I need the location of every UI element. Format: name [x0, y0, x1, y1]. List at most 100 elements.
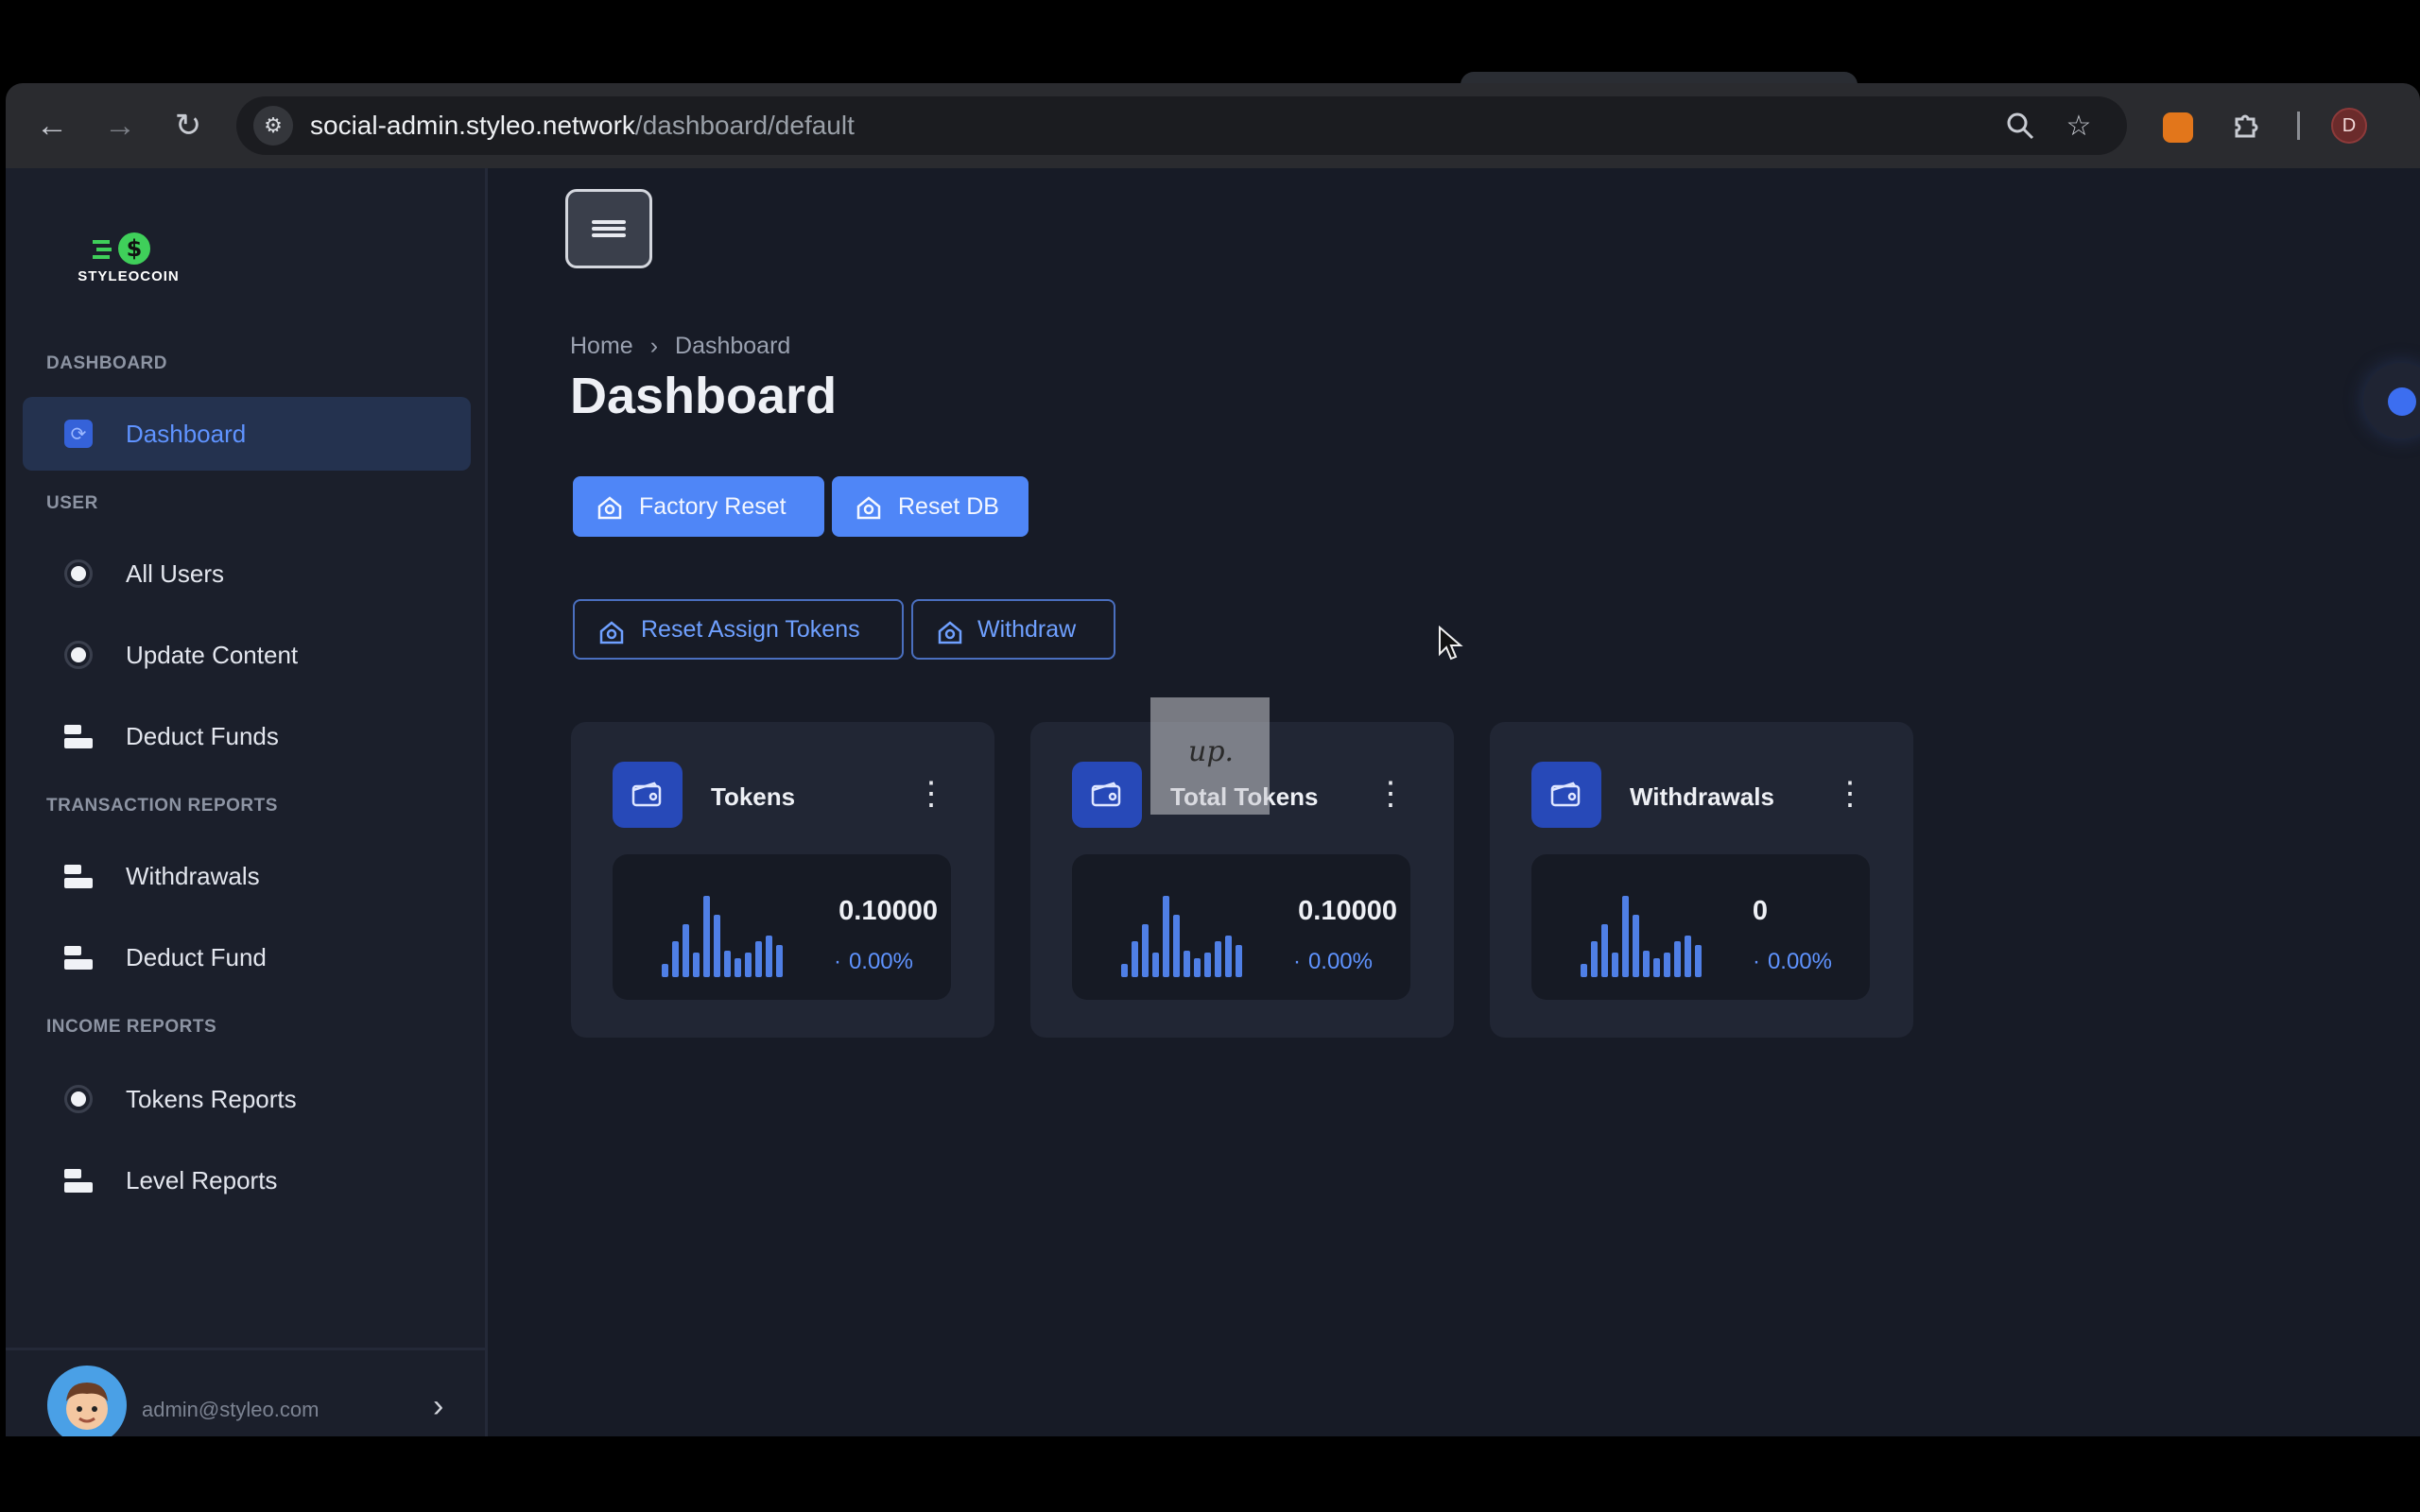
- sparkline-bar: [1132, 941, 1138, 977]
- home-icon: [599, 621, 624, 644]
- site-settings-icon[interactable]: ⚙: [253, 106, 293, 146]
- card-title: Tokens: [711, 782, 796, 811]
- card-value: 0: [1752, 896, 1768, 926]
- reset-assign-tokens-button[interactable]: Reset Assign Tokens: [573, 599, 904, 660]
- url-host: social-admin.styleo.network: [310, 111, 635, 140]
- circle-dot-icon: [64, 641, 93, 669]
- home-icon: [597, 496, 622, 520]
- browser-toolbar: ← → ↻ ⚙ social-admin.styleo.network/dash…: [6, 83, 2420, 168]
- settings-gear-icon[interactable]: [2363, 363, 2420, 438]
- sparkline-bar: [1591, 941, 1598, 977]
- profile-avatar[interactable]: D: [2331, 108, 2367, 144]
- metamask-extension-icon[interactable]: [2157, 104, 2199, 146]
- sidebar-item-label: Tokens Reports: [126, 1084, 297, 1113]
- sidebar: $ STYLEOCOIN DASHBOARD ⟳ Dashboard USER …: [6, 168, 488, 1436]
- sparkline-bar: [1664, 953, 1670, 977]
- sparkline-bar: [735, 958, 741, 977]
- sparkline-bar: [1173, 915, 1180, 977]
- app-window: $ STYLEOCOIN DASHBOARD ⟳ Dashboard USER …: [6, 168, 2420, 1436]
- avatar[interactable]: [47, 1366, 127, 1436]
- stack-icon: [64, 943, 93, 971]
- sidebar-item-level-reports[interactable]: Level Reports: [23, 1143, 471, 1217]
- menu-toggle-button[interactable]: [565, 189, 652, 268]
- sidebar-item-label: Deduct Fund: [126, 942, 267, 971]
- bar-sparkline-icon: [1121, 896, 1242, 977]
- svg-text:$: $: [127, 235, 143, 262]
- sidebar-item-dashboard[interactable]: ⟳ Dashboard: [23, 397, 471, 471]
- logo[interactable]: $ STYLEOCOIN: [72, 231, 185, 287]
- url-text[interactable]: social-admin.styleo.network/dashboard/de…: [310, 111, 855, 141]
- sidebar-item-label: All Users: [126, 558, 225, 588]
- button-label: Withdraw: [977, 615, 1077, 643]
- sparkline-bar: [1236, 945, 1242, 977]
- sparkline-bar: [703, 896, 710, 977]
- sidebar-item-update-content[interactable]: Update Content: [23, 618, 471, 692]
- page-title: Dashboard: [570, 368, 838, 424]
- sidebar-item-deduct-fund[interactable]: Deduct Fund: [23, 920, 471, 994]
- extensions-puzzle-icon[interactable]: [2225, 104, 2267, 146]
- sidebar-item-tokens-reports[interactable]: Tokens Reports: [23, 1062, 471, 1136]
- back-icon[interactable]: ←: [30, 104, 74, 147]
- home-icon: [856, 496, 881, 520]
- zoom-icon[interactable]: [2002, 108, 2038, 144]
- factory-reset-button[interactable]: Factory Reset: [573, 476, 824, 537]
- browser-top-bar: [0, 0, 2420, 83]
- logo-icon: $: [93, 232, 150, 265]
- sparkline-bar: [1622, 896, 1629, 977]
- more-vertical-icon[interactable]: ⋮: [1834, 775, 1866, 813]
- chevron-right-icon[interactable]: ›: [433, 1388, 443, 1425]
- user-profile-bar[interactable]: admin@styleo.com ›: [6, 1348, 488, 1436]
- bar-sparkline-icon: [1581, 896, 1702, 977]
- sparkline-bar: [1601, 924, 1608, 977]
- sparkline-bar: [1674, 941, 1681, 977]
- card-change: 0.00%: [834, 949, 913, 975]
- wallet-icon: [1072, 762, 1142, 828]
- breadcrumb-home[interactable]: Home: [570, 333, 633, 360]
- forward-icon[interactable]: →: [98, 104, 142, 147]
- bookmark-star-icon[interactable]: ☆: [2061, 108, 2097, 144]
- floating-overlay: up.: [1150, 697, 1270, 815]
- card-change: 0.00%: [1753, 949, 1832, 975]
- hamburger-icon: [592, 217, 626, 240]
- sparkline-bar: [1685, 936, 1691, 977]
- sidebar-item-label: Withdrawals: [126, 861, 260, 890]
- breadcrumb-current: Dashboard: [675, 333, 791, 359]
- card-stat-panel: 0.10000 0.00%: [1072, 854, 1410, 1000]
- more-vertical-icon[interactable]: ⋮: [915, 775, 947, 813]
- sparkline-bar: [1204, 953, 1211, 977]
- sparkline-bar: [1225, 936, 1232, 977]
- address-bar[interactable]: ⚙ social-admin.styleo.network/dashboard/…: [236, 96, 2127, 155]
- stat-card-tokens: Tokens ⋮ 0.10000 0.00%: [571, 722, 994, 1038]
- sparkline-bar: [1142, 924, 1149, 977]
- sparkline-bar: [1194, 958, 1201, 977]
- stack-icon: [64, 1166, 93, 1194]
- card-value: 0.10000: [838, 896, 938, 926]
- bar-sparkline-icon: [662, 896, 783, 977]
- sidebar-item-all-users[interactable]: All Users: [23, 537, 471, 610]
- mouse-cursor-icon: [1439, 626, 1463, 661]
- reset-db-button[interactable]: Reset DB: [832, 476, 1028, 537]
- sidebar-item-deduct-funds[interactable]: Deduct Funds: [23, 699, 471, 773]
- button-label: Factory Reset: [639, 492, 786, 520]
- browser-menu-icon[interactable]: ⋮: [2407, 104, 2420, 142]
- section-dashboard: DASHBOARD: [46, 353, 167, 373]
- section-income-reports: INCOME REPORTS: [46, 1017, 217, 1037]
- sparkline-bar: [1695, 945, 1702, 977]
- sparkline-bar: [1653, 958, 1660, 977]
- card-stat-panel: 0.10000 0.00%: [613, 854, 951, 1000]
- stack-icon: [64, 722, 93, 750]
- reload-icon[interactable]: ↻: [166, 104, 210, 147]
- breadcrumb-separator-icon: ›: [649, 333, 659, 359]
- button-label: Reset Assign Tokens: [641, 615, 860, 643]
- sidebar-item-label: Update Content: [126, 640, 299, 669]
- circle-dot-icon: [64, 559, 93, 588]
- more-vertical-icon[interactable]: ⋮: [1374, 775, 1407, 813]
- card-value: 0.10000: [1298, 896, 1397, 926]
- sidebar-item-withdrawals[interactable]: Withdrawals: [23, 839, 471, 913]
- sparkline-bar: [766, 936, 772, 977]
- sparkline-bar: [1581, 964, 1587, 977]
- sparkline-bar: [1643, 951, 1650, 977]
- circle-dot-icon: [64, 1085, 93, 1113]
- withdraw-button[interactable]: Withdraw: [911, 599, 1115, 660]
- sparkline-bar: [1163, 896, 1169, 977]
